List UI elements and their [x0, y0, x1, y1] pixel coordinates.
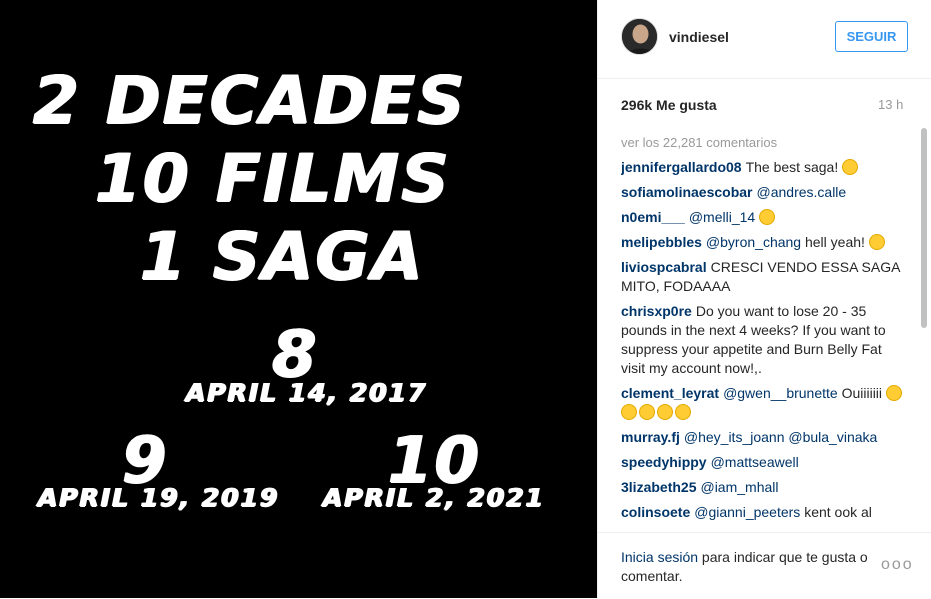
comment-text: hell yeah!	[804, 234, 865, 250]
avatar[interactable]	[621, 18, 658, 55]
login-link[interactable]: Inicia sesión	[621, 549, 698, 565]
comment-item: chrisxp0re Do you want to lose 20 - 35 po…	[621, 302, 909, 378]
comment-text: Ouiiiiiii	[841, 385, 883, 401]
post-header: vindiesel SEGUIR	[598, 0, 931, 79]
comment-author-link[interactable]: speedyhippy	[621, 454, 707, 470]
like-count[interactable]: 296k Me gusta	[621, 97, 717, 113]
comment-item: murray.fj @hey_its_joann @bula_vinaka	[621, 428, 909, 447]
comment-text: kent ook al	[804, 504, 872, 520]
smiley-emoji-icon	[759, 209, 776, 225]
comment-mention-link[interactable]: @gwen__brunette	[723, 385, 838, 401]
comments-scrollbar[interactable]	[921, 128, 927, 533]
smiley-emoji-icon	[868, 234, 885, 250]
comment-author-link[interactable]: sofiamolinaescobar	[621, 184, 753, 200]
comment-item: speedyhippy @mattseawell	[621, 453, 909, 472]
comment-mention-link[interactable]: @andres.calle	[757, 184, 847, 200]
poster-line-decades: 2 DECADES	[33, 62, 467, 139]
comment-mention-link[interactable]: @byron_chang	[706, 234, 801, 250]
smiley-emoji-icon	[885, 385, 902, 401]
post-side-panel: vindiesel SEGUIR 296k Me gusta 13 h ver …	[597, 0, 931, 598]
follow-button[interactable]: SEGUIR	[835, 21, 908, 52]
comment-item: melipebbles @byron_chang hell yeah!	[621, 233, 909, 252]
scrollbar-thumb[interactable]	[921, 128, 927, 328]
comment-text: The best saga!	[745, 159, 839, 175]
poster-film8-date: APRIL 14, 2017	[186, 378, 428, 407]
comment-mention-link[interactable]: @hey_its_joann @bula_vinaka	[684, 429, 877, 445]
comment-author-link[interactable]: n0emi___	[621, 209, 685, 225]
smiley-emoji-icon	[639, 404, 655, 420]
poster-film10-date: APRIL 2, 2021	[323, 483, 546, 512]
smiley-emoji-icon	[675, 404, 691, 420]
comments-list: ver los 22,281 comentarios jennifergalla…	[621, 133, 909, 532]
poster-line-films: 10 FILMS	[95, 140, 451, 217]
smiley-emoji-icon	[621, 404, 637, 420]
comment-item: clement_leyrat @gwen__brunette Ouiiiiiii	[621, 384, 909, 422]
comment-item: sofiamolinaescobar @andres.calle	[621, 183, 909, 202]
view-all-comments-link[interactable]: ver los 22,281 comentarios	[621, 133, 909, 152]
post-image[interactable]: 2 DECADES 10 FILMS 1 SAGA 8 APRIL 14, 20…	[0, 0, 597, 598]
comment-item: colinsoete @gianni_peeters kent ook al	[621, 503, 909, 522]
comment-mention-link[interactable]: @melli_14	[689, 209, 755, 225]
comment-mention-link[interactable]: @iam_mhall	[700, 479, 778, 495]
poster-line-saga: 1 SAGA	[140, 218, 425, 295]
comment-author-link[interactable]: jennifergallardo08	[621, 159, 742, 175]
comment-item: n0emi___ @melli_14	[621, 208, 909, 227]
comment-author-link[interactable]: murray.fj	[621, 429, 680, 445]
comment-author-link[interactable]: colinsoete	[621, 504, 690, 520]
smiley-emoji-icon	[842, 159, 859, 175]
comment-author-link[interactable]: 3lizabeth25	[621, 479, 696, 495]
post-footer: Inicia sesión para indicar que te gusta …	[598, 532, 931, 599]
comment-mention-link[interactable]: @gianni_peeters	[694, 504, 800, 520]
smiley-emoji-icon	[657, 404, 673, 420]
app-root: 2 DECADES 10 FILMS 1 SAGA 8 APRIL 14, 20…	[0, 0, 931, 598]
comment-author-link[interactable]: chrisxp0re	[621, 303, 692, 319]
comment-author-link[interactable]: melipebbles	[621, 234, 702, 250]
comment-mention-link[interactable]: @mattseawell	[711, 454, 799, 470]
comment-author-link[interactable]: clement_leyrat	[621, 385, 719, 401]
comment-item: liviospcabral CRESCI VENDO ESSA SAGA MITO…	[621, 258, 909, 296]
avatar-person-icon	[622, 19, 657, 54]
comment-item: 3lizabeth25 @iam_mhall	[621, 478, 909, 497]
poster-film9-date: APRIL 19, 2019	[38, 483, 280, 512]
post-timestamp[interactable]: 13 h	[878, 97, 903, 112]
username-link[interactable]: vindiesel	[669, 29, 729, 45]
comment-author-link[interactable]: liviospcabral	[621, 259, 707, 275]
login-prompt: Inicia sesión para indicar que te gusta …	[621, 548, 881, 586]
comment-item: jennifergallardo08 The best saga!	[621, 158, 909, 177]
more-options-icon[interactable]: ooo	[881, 557, 914, 573]
